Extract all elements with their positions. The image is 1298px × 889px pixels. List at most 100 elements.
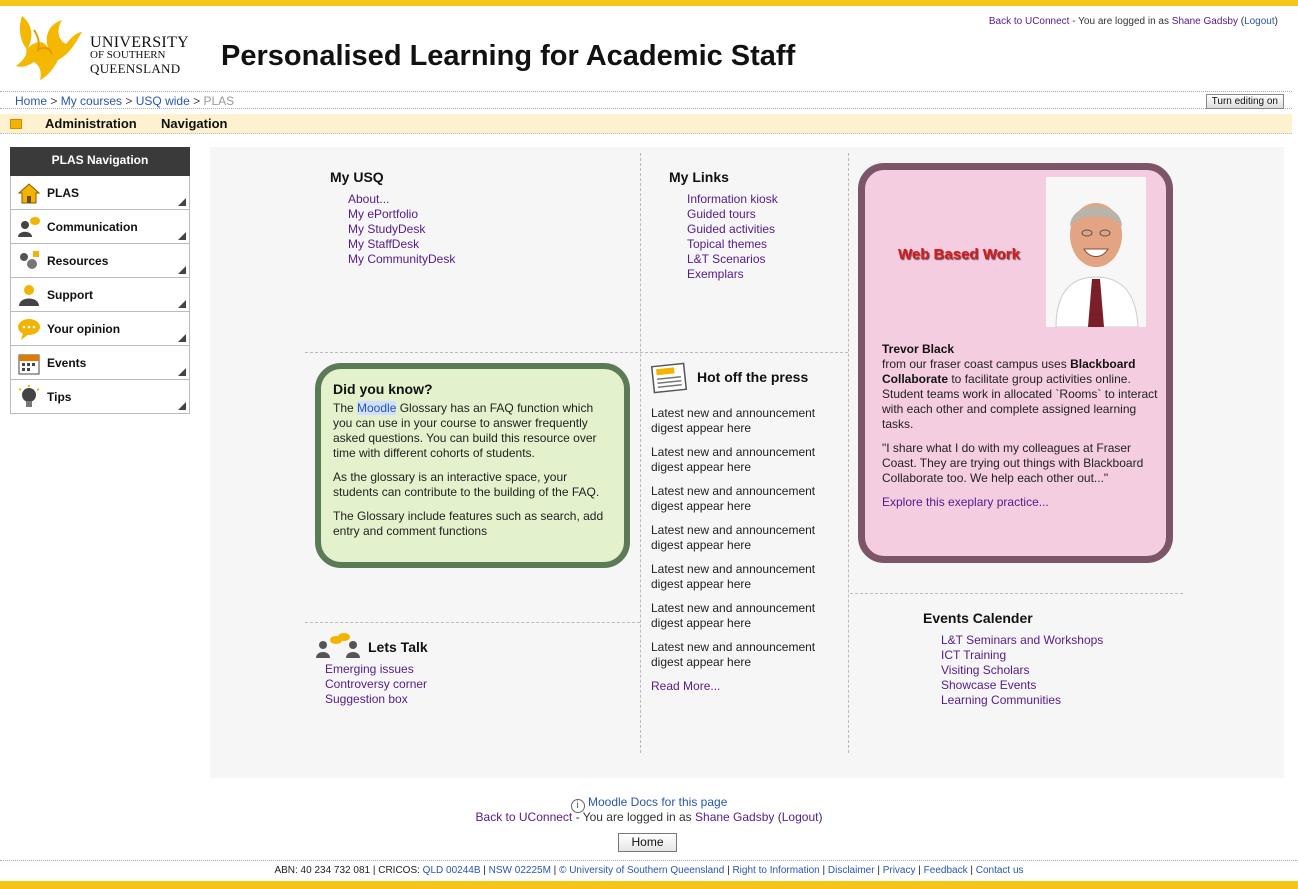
legal-footer: ABN: 40 234 732 081 | CRICOS: QLD 00244B… <box>0 860 1298 876</box>
sidebar-item-resources[interactable]: Resources <box>10 244 190 278</box>
nsw-cricos-link[interactable]: NSW 02225M <box>489 865 551 876</box>
usq-logo[interactable]: UNIVERSITY OF SOUTHERN QUEENSLAND <box>14 10 204 82</box>
my-usq-link[interactable]: My ePortfolio <box>348 207 455 222</box>
resources-icon <box>20 251 39 269</box>
user-name-link[interactable]: Shane Gadsby <box>1172 16 1238 27</box>
read-more-link[interactable]: Read More... <box>651 679 831 693</box>
dock-icon[interactable] <box>10 119 22 129</box>
lets-talk-heading: Lets Talk <box>368 639 428 655</box>
lets-talk-links: Emerging issues Controversy corner Sugge… <box>325 662 427 707</box>
newspaper-icon <box>651 362 688 394</box>
expand-triangle-icon <box>178 368 186 376</box>
expand-triangle-icon <box>178 232 186 240</box>
expand-triangle-icon <box>178 402 186 410</box>
featured-staff-box: Web Based Work Trevor Black from our fra… <box>858 163 1173 563</box>
expand-triangle-icon <box>178 198 186 206</box>
sidebar-item-your-opinion[interactable]: Your opinion <box>10 312 190 346</box>
row-divider <box>850 593 1183 594</box>
qld-cricos-link[interactable]: QLD 00244B <box>423 865 481 876</box>
calendar-icon <box>18 354 40 375</box>
breadcrumb-usq-wide[interactable]: USQ wide <box>136 94 190 108</box>
lets-talk-link[interactable]: Emerging issues <box>325 662 427 677</box>
login-info-top: Back to UConnect - You are logged in as … <box>988 16 1278 27</box>
my-links-link[interactable]: Guided tours <box>687 207 778 222</box>
sidebar-item-communication[interactable]: Communication <box>10 210 190 244</box>
communication-icon <box>18 217 40 237</box>
news-item: Latest new and announcement digest appea… <box>651 640 816 669</box>
my-usq-link[interactable]: My StudyDesk <box>348 222 455 237</box>
hot-off-the-press-heading: Hot off the press <box>697 369 809 385</box>
staff-quote: "I share what I do with my colleagues at… <box>882 441 1144 485</box>
my-links-link[interactable]: Information kiosk <box>687 192 778 207</box>
breadcrumb-my-courses[interactable]: My courses <box>61 94 122 108</box>
bottom-accent-bar <box>0 881 1298 889</box>
lets-talk-link[interactable]: Controversy corner <box>325 677 427 692</box>
news-item: Latest new and announcement digest appea… <box>651 406 816 435</box>
plas-navigation-block: PLAS Navigation PLAS Communication Resou… <box>10 147 190 414</box>
logo-wordmark: UNIVERSITY OF SOUTHERN QUEENSLAND <box>90 34 189 76</box>
events-link[interactable]: Showcase Events <box>941 678 1103 693</box>
explore-practice-link[interactable]: Explore this exeplary practice... <box>882 495 1162 510</box>
sidebar-item-events[interactable]: Events <box>10 346 190 380</box>
my-links-link[interactable]: Guided activities <box>687 222 778 237</box>
events-calendar-heading: Events Calender <box>923 610 1033 626</box>
events-link[interactable]: ICT Training <box>941 648 1103 663</box>
user-name-link[interactable]: Shane Gadsby <box>695 810 774 824</box>
moodle-link[interactable]: Moodle <box>357 401 397 415</box>
home-icon <box>17 183 41 204</box>
turn-editing-on-button[interactable]: Turn editing on <box>1205 94 1284 109</box>
home-button[interactable]: Home <box>618 833 677 852</box>
my-usq-links: About... My ePortfolio My StudyDesk My S… <box>348 192 455 267</box>
top-accent-bar <box>0 0 1298 6</box>
column-divider <box>848 153 849 753</box>
privacy-link[interactable]: Privacy <box>883 865 916 876</box>
events-link[interactable]: Learning Communities <box>941 693 1103 708</box>
staff-photo <box>1046 177 1146 327</box>
featured-staff-text: Trevor Black from our fraser coast campu… <box>882 342 1162 510</box>
my-links-link[interactable]: Topical themes <box>687 237 778 252</box>
my-usq-link[interactable]: My CommunityDesk <box>348 252 455 267</box>
sidebar-item-tips[interactable]: Tips <box>10 380 190 414</box>
my-usq-link[interactable]: My StaffDesk <box>348 237 455 252</box>
logout-link[interactable]: Logout <box>782 810 819 824</box>
feedback-link[interactable]: Feedback <box>924 865 968 876</box>
breadcrumb-home[interactable]: Home <box>15 94 47 108</box>
did-you-know-paragraph: The Glossary include features such as se… <box>333 509 604 538</box>
row-divider <box>305 622 640 623</box>
events-link[interactable]: Visiting Scholars <box>941 663 1103 678</box>
events-link[interactable]: L&T Seminars and Workshops <box>941 633 1103 648</box>
contact-us-link[interactable]: Contact us <box>976 865 1024 876</box>
lets-talk-link[interactable]: Suggestion box <box>325 692 427 707</box>
disclaimer-link[interactable]: Disclaimer <box>828 865 875 876</box>
row-divider <box>305 352 848 353</box>
administration-menu[interactable]: Administration <box>45 116 137 131</box>
column-divider <box>640 153 641 753</box>
back-to-uconnect-link[interactable]: Back to UConnect <box>476 810 573 824</box>
expand-triangle-icon <box>178 266 186 274</box>
news-item: Latest new and announcement digest appea… <box>651 523 816 552</box>
moodle-docs-link[interactable]: Moodle Docs for this page <box>588 795 727 809</box>
navbar: Home > My courses > USQ wide > PLAS Turn… <box>0 91 1292 109</box>
did-you-know-paragraph: As the glossary is an interactive space,… <box>333 470 600 499</box>
login-info-bottom: Back to UConnect - You are logged in as … <box>475 810 823 824</box>
my-usq-link[interactable]: About... <box>348 192 455 207</box>
my-links-link[interactable]: L&T Scenarios <box>687 252 778 267</box>
plas-navigation-title: PLAS Navigation <box>10 147 190 176</box>
navigation-menu[interactable]: Navigation <box>161 116 227 131</box>
events-links: L&T Seminars and Workshops ICT Training … <box>941 633 1103 708</box>
right-to-information-link[interactable]: Right to Information <box>732 865 819 876</box>
sidebar-item-plas[interactable]: PLAS <box>10 176 190 210</box>
phoenix-logo-icon <box>16 16 82 80</box>
dock-menubar: Administration Navigation <box>0 114 1292 134</box>
back-to-uconnect-link[interactable]: Back to UConnect <box>989 16 1070 27</box>
copyright-link[interactable]: © University of Southern Queensland <box>559 865 724 876</box>
news-list: Latest new and announcement digest appea… <box>651 406 831 693</box>
news-item: Latest new and announcement digest appea… <box>651 562 816 591</box>
logout-link[interactable]: Logout <box>1244 16 1275 27</box>
my-links-link[interactable]: Exemplars <box>687 267 778 282</box>
my-usq-heading: My USQ <box>330 169 384 185</box>
news-item: Latest new and announcement digest appea… <box>651 484 816 513</box>
news-item: Latest new and announcement digest appea… <box>651 601 816 630</box>
speech-bubble-icon <box>18 319 40 340</box>
sidebar-item-support[interactable]: Support <box>10 278 190 312</box>
